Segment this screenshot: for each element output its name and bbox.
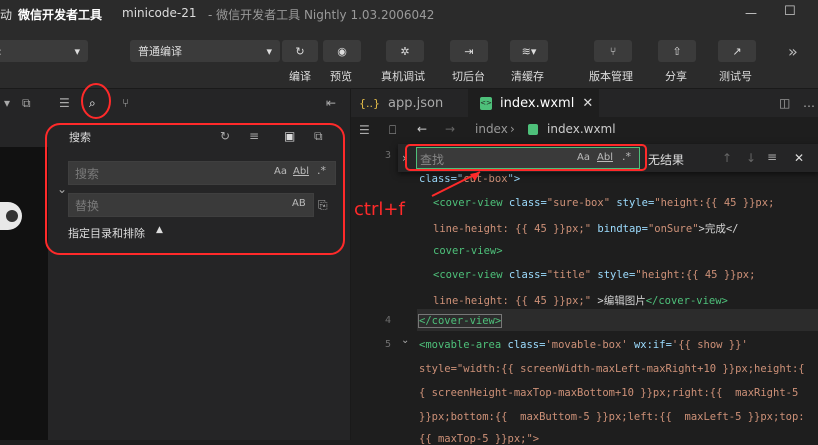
ctrl-f-annotation: ctrl+f xyxy=(354,199,405,220)
search-icon-circle xyxy=(81,83,111,119)
search-panel-highlight xyxy=(45,123,345,255)
annotation-overlay xyxy=(45,83,647,255)
find-widget-highlight xyxy=(405,144,647,171)
